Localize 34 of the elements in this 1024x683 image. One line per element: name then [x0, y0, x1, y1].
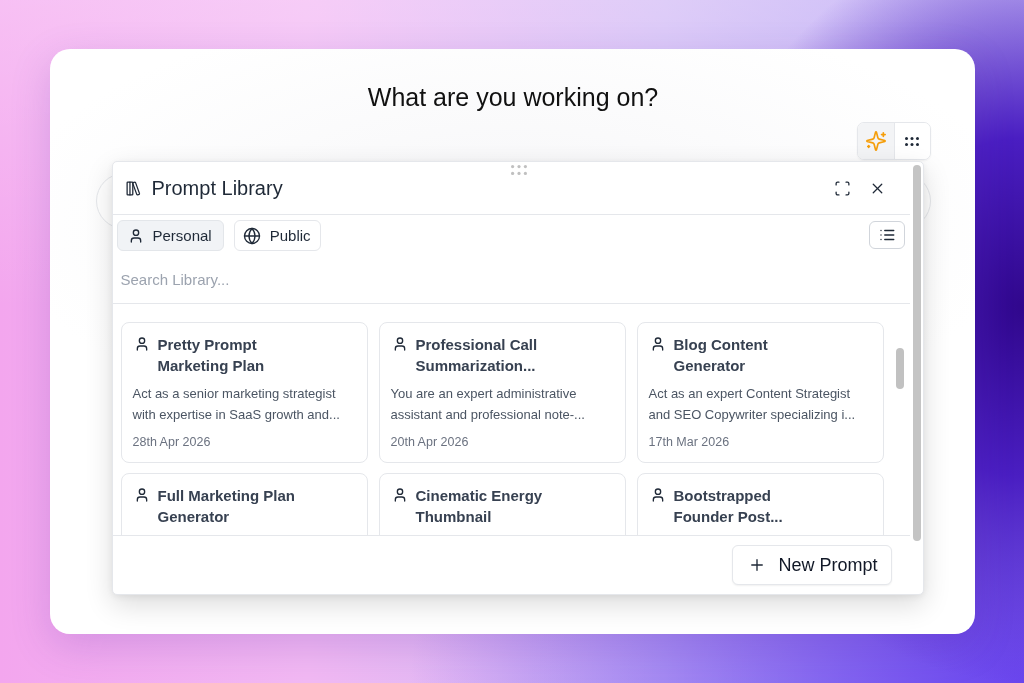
prompt-card[interactable]: Pretty Prompt Marketing Plan Act as a senior marketing strategist with expertise in SaaS growth and... 28th Apr 2026 — [120, 322, 368, 463]
list-view-button[interactable] — [868, 221, 905, 249]
prompt-date: 20th Apr 2026 — [390, 434, 470, 451]
prompt-description: You are an expert administrative assistant and professional note-... — [390, 385, 586, 424]
prompt-card[interactable]: Full Marketing Plan Generator — [120, 473, 368, 535]
prompt-title: Cinematic Energy Thumbnail — [415, 486, 544, 527]
globe-icon — [242, 226, 261, 245]
page-heading: What are you working on? — [366, 82, 660, 113]
scrollbar-thumb[interactable] — [895, 348, 904, 389]
expand-icon — [834, 179, 851, 197]
prompt-card[interactable]: Cinematic Energy Thumbnail — [378, 473, 626, 535]
panel-title: Prompt Library — [151, 176, 283, 200]
prompt-title: Professional Call Summarization... — [415, 335, 539, 376]
dots-grid-icon — [905, 136, 919, 146]
prompt-card[interactable]: Professional Call Summarization... You are an expert administrative assistant and professional note-... 20th Apr 2026 — [378, 322, 626, 463]
new-prompt-button[interactable]: New Prompt — [732, 545, 892, 585]
apps-button[interactable] — [893, 123, 930, 159]
prompt-title: Blog Content Generator — [673, 335, 769, 376]
sparkle-icon — [864, 130, 887, 152]
tab[interactable]: Personal — [116, 220, 224, 251]
prompt-description: Act as a senior marketing strategist with expertise in SaaS growth and... — [132, 385, 341, 424]
library-icon — [124, 179, 142, 197]
prompt-description: Act as an expert Content Strategist and SEO Copywriter specializing i... — [648, 385, 857, 424]
tab[interactable]: Public — [233, 220, 321, 251]
prompt-title: Pretty Prompt Marketing Plan — [157, 335, 266, 376]
drag-handle-icon[interactable] — [510, 165, 527, 175]
scrollbar-thumb[interactable] — [912, 165, 921, 541]
prompt-card[interactable]: Bootstrapped Founder Post... — [636, 473, 884, 535]
prompt-card[interactable]: Blog Content Generator Act as an expert Content Strategist and SEO Copywriter specializing i... 17th Mar 2026 — [636, 322, 884, 463]
prompt-date: 17th Mar 2026 — [648, 434, 731, 451]
prompt-date: 28th Apr 2026 — [132, 434, 212, 451]
search-field[interactable]: Search Library... — [120, 261, 902, 297]
prompt-title: Full Marketing Plan Generator — [157, 486, 297, 527]
prompt-title: Bootstrapped Founder Post... — [673, 486, 784, 527]
